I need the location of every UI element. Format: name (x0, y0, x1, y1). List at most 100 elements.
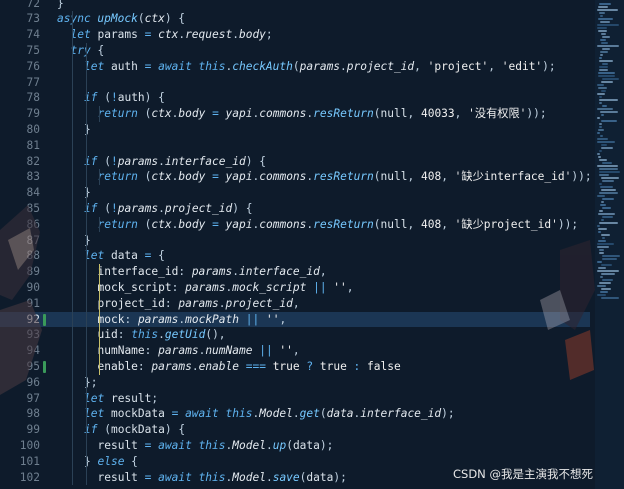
token-op: = (205, 170, 226, 184)
minimap-line (600, 54, 603, 56)
code-line[interactable]: 90 mock_script: params.mock_script || '', (0, 280, 590, 296)
token-pun: ; (265, 28, 273, 42)
token-var: params (191, 265, 233, 279)
code-text: let mockData = await this.Model.get(data… (84, 406, 455, 422)
code-line[interactable]: 92 mock: params.mockPath || '', (0, 311, 590, 328)
code-line[interactable]: 73 async upMock(ctx) { (0, 11, 590, 27)
token-var: params (299, 59, 341, 73)
line-number: 83 (26, 170, 40, 184)
token-pun: . (232, 265, 239, 279)
minimap-line (599, 66, 608, 68)
minimap[interactable] (595, 0, 624, 489)
code-line[interactable]: 82 if (!params.interface_id) { (0, 154, 590, 170)
minimap-line (600, 186, 613, 188)
code-line[interactable]: 79 return (ctx.body = yapi.commons.resRet… (0, 106, 590, 122)
token-pun: ); (542, 59, 556, 73)
minimap-line (599, 60, 613, 62)
token-kw: if (84, 154, 105, 168)
code-line[interactable]: 99 if (mockData) { (0, 422, 590, 438)
code-line[interactable]: 97 let result; (0, 391, 590, 407)
minimap-line (598, 213, 615, 215)
minimap-line (597, 117, 600, 119)
line-number: 87 (26, 233, 40, 247)
minimap-line (601, 189, 616, 191)
code-line[interactable]: 75 try { (0, 43, 590, 59)
token-plain: data (110, 249, 145, 263)
token-str: '' (333, 280, 347, 294)
code-text: if (!params.interface_id) { (84, 154, 266, 170)
code-line[interactable]: 81 (0, 138, 590, 154)
minimap-line (598, 87, 607, 89)
token-var: yapi (225, 107, 253, 121)
code-line[interactable]: 78 if (!auth) { (0, 90, 590, 106)
token-fn: checkAuth (232, 59, 293, 73)
line-number: 78 (26, 91, 40, 105)
bracket-pair-guide (99, 264, 100, 375)
code-line[interactable]: 100 result = await this.Model.up(data); (0, 438, 590, 454)
code-line[interactable]: 88 let data = { (0, 248, 590, 264)
code-line[interactable]: 84} (0, 185, 590, 201)
token-pun: . (158, 328, 165, 342)
line-number: 88 (26, 249, 40, 263)
modified-line-marker (43, 360, 46, 373)
minimap-line (599, 102, 602, 104)
token-pun: . (265, 470, 273, 484)
code-line[interactable]: 72} (0, 0, 590, 11)
minimap-line (597, 24, 619, 26)
token-plain: auth (110, 59, 145, 73)
token-fn: up (272, 438, 287, 452)
token-kw: let (84, 407, 111, 421)
token-plain: result (97, 470, 145, 484)
code-line[interactable]: 74 let params = ctx.request.body; (0, 27, 590, 43)
code-line[interactable]: 83 return (ctx.body = yapi.commons.resRet… (0, 169, 592, 185)
code-line[interactable]: 87} (0, 233, 590, 249)
code-editor[interactable]: 72} 73 async upMock(ctx) {74 let params = c… (0, 0, 592, 489)
code-line[interactable]: 85 if (!params.project_id) { (0, 201, 590, 217)
token-pun: , (441, 170, 455, 184)
code-line[interactable]: 98 let mockData = await this.Model.get(da… (0, 406, 590, 422)
token-num: 408 (420, 217, 442, 231)
code-text: if (!auth) { (84, 90, 165, 106)
token-var: request (185, 28, 233, 42)
token-pun: { (158, 249, 165, 263)
modified-line-marker (43, 313, 46, 326)
minimap-line (597, 27, 607, 29)
code-line[interactable]: 77 (0, 75, 590, 91)
token-pun: )); (557, 217, 579, 231)
code-text: result = await this.Model.save(data); (98, 470, 347, 486)
token-pun: } (57, 0, 64, 10)
line-number: 77 (26, 75, 40, 89)
token-kw: this (198, 59, 226, 73)
minimap-line (597, 243, 614, 245)
token-kw: this (225, 407, 253, 421)
code-line[interactable]: 93 uid: this.getUid(), (0, 327, 590, 343)
token-pun: ( (104, 91, 111, 105)
token-fn: resReturn (313, 170, 374, 184)
code-line[interactable]: 76 let auth = await this. checkAuth(params… (0, 59, 590, 75)
minimap-line (598, 267, 606, 269)
token-pun: . (191, 359, 199, 373)
indent-guide (85, 42, 87, 486)
token-pun: , (488, 59, 502, 73)
line-number: 93 (26, 328, 40, 342)
minimap-line (599, 222, 618, 224)
code-line[interactable]: 86 return (ctx.body = yapi.commons.resRet… (0, 217, 590, 233)
code-line[interactable]: 94 numName: params.numName || '', (0, 343, 590, 359)
token-plain: result (97, 438, 145, 452)
token-kw: return (97, 170, 145, 184)
code-line[interactable]: 96}; (0, 375, 590, 391)
minimap-line (599, 150, 602, 152)
token-str: '' (279, 344, 293, 358)
token-pun: , (279, 312, 287, 326)
line-number: 95 (26, 359, 40, 373)
line-number: 86 (26, 217, 40, 231)
minimap-line (597, 141, 615, 143)
indent-guide (99, 106, 100, 122)
code-line[interactable]: 80} (0, 122, 590, 138)
code-line[interactable]: 95 enable: params.enable === true ? true … (0, 359, 590, 375)
minimap-line (601, 234, 610, 236)
code-line[interactable]: 89 interface_id: params.interface_id, (0, 264, 590, 280)
minimap-line (601, 273, 615, 275)
token-fn: resReturn (313, 107, 374, 121)
code-line[interactable]: 91 project_id: params.project_id, (0, 296, 590, 312)
